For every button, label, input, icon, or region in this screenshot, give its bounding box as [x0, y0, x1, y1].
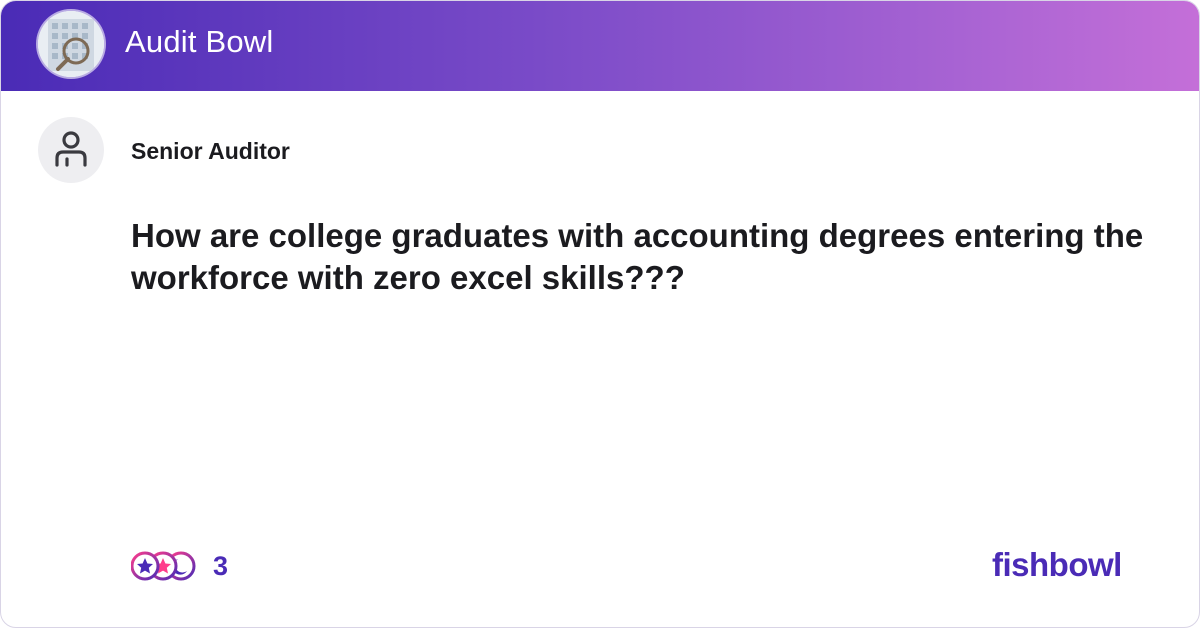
star-reaction-icon — [131, 551, 160, 581]
reaction-count: 3 — [213, 551, 229, 581]
bowl-header: Audit Bowl — [1, 1, 1199, 91]
post-text: How are college graduates with accountin… — [131, 217, 1144, 296]
bowl-avatar-building-icon[interactable] — [38, 11, 104, 77]
bowl-title[interactable]: Audit Bowl — [125, 24, 273, 60]
fishbowl-logo[interactable]: fishbowl — [992, 546, 1122, 584]
author-name: Senior Auditor — [131, 138, 290, 164]
post-card: Audit Bowl Senior Auditor How are colleg… — [0, 0, 1200, 628]
reaction-icons — [131, 551, 196, 581]
user-icon — [55, 131, 87, 167]
author-avatar — [38, 117, 104, 183]
